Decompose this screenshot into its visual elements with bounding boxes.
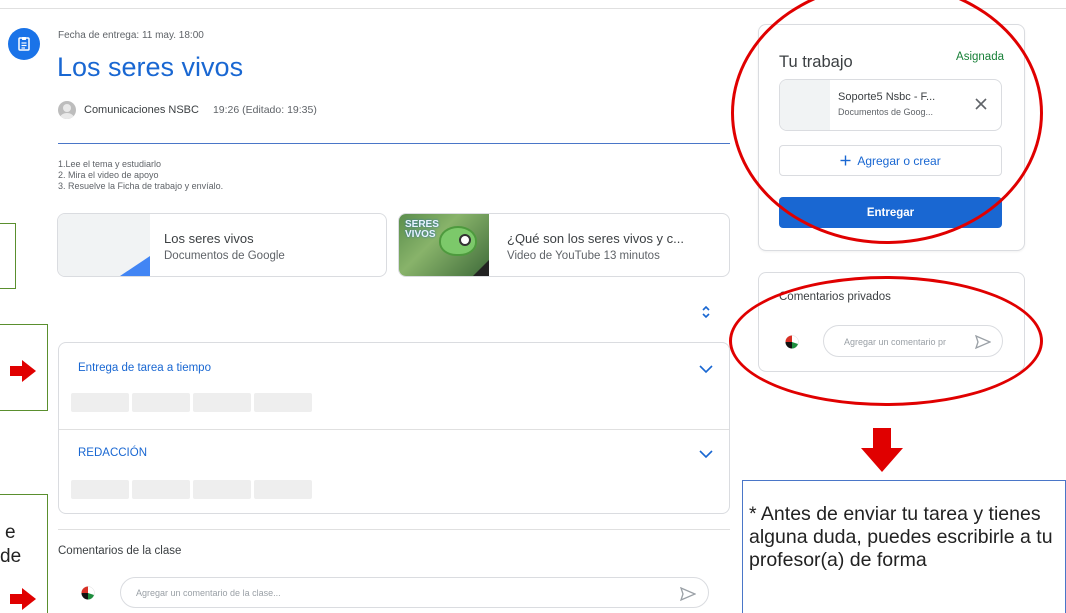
posted-time: 19:26 (Editado: 19:35) [212, 104, 317, 116]
annotation-note: * Antes de enviar tu tarea y tienes algu… [742, 480, 1066, 613]
rubric-levels [71, 480, 312, 499]
instructions: 1.Lee el tema y estudiarlo 2. Mira el vi… [58, 159, 223, 192]
youtube-icon [473, 260, 489, 276]
instruction-line: 1.Lee el tema y estudiarlo [58, 159, 162, 169]
class-comments-label: Comentarios de la clase [58, 545, 182, 557]
rubric-divider [59, 429, 729, 430]
instruction-line: 3. Resuelve la Ficha de trabajo y envíal… [58, 181, 224, 191]
rubric-criterion-title[interactable]: Entrega de tarea a tiempo [78, 362, 211, 374]
video-thumbnail: SERES VIVOS [399, 214, 489, 276]
due-date: Fecha de entrega: 11 may. 18:00 [58, 30, 204, 41]
rubric-levels [71, 393, 312, 412]
red-arrow-down-icon [861, 428, 903, 472]
annotation-box [0, 324, 48, 411]
rubric-level-placeholder [254, 480, 312, 499]
doc-thumbnail [58, 214, 150, 276]
rubric-level-placeholder [71, 480, 129, 499]
rubric-level-placeholder [193, 393, 251, 412]
annotation-text-fragment: de [0, 546, 22, 567]
author-row: Comunicaciones NSBC 19:26 (Editado: 19:3… [58, 101, 317, 119]
annotation-ellipse-private-comments [729, 276, 1043, 406]
attachment-subtitle: Documentos de Google [164, 250, 285, 262]
rubric-level-placeholder [254, 393, 312, 412]
class-comment-input[interactable]: Agregar un comentario de la clase... [120, 577, 709, 608]
author-name: Comunicaciones NSBC [84, 104, 199, 116]
rubric-level-placeholder [71, 393, 129, 412]
google-docs-icon [120, 256, 150, 276]
chameleon-image [439, 226, 477, 256]
annotation-text-fragment: e [5, 522, 16, 543]
attachment-title: ¿Qué son los seres vivos y c... [507, 231, 685, 246]
expand-collapse-icon[interactable] [700, 304, 712, 320]
chevron-down-icon[interactable] [699, 449, 713, 459]
chevron-down-icon[interactable] [699, 364, 713, 374]
rubric-criterion-title[interactable]: REDACCIÓN [78, 447, 147, 459]
rubric: Entrega de tarea a tiempo REDACCIÓN [58, 342, 730, 514]
user-avatar-icon [81, 586, 95, 600]
class-comments-divider [58, 529, 730, 530]
attachment-video[interactable]: SERES VIVOS ¿Qué son los seres vivos y c… [398, 213, 730, 277]
section-divider [58, 143, 730, 144]
rubric-level-placeholder [193, 480, 251, 499]
thumbnail-text: SERES VIVOS [405, 219, 439, 240]
annotation-box [0, 223, 16, 289]
assignment-icon [8, 28, 40, 60]
rubric-level-placeholder [132, 480, 190, 499]
annotation-note-text: * Antes de enviar tu tarea y tienes algu… [749, 503, 1053, 571]
avatar [58, 101, 76, 119]
rubric-level-placeholder [132, 393, 190, 412]
instruction-line: 2. Mira el video de apoyo [58, 170, 159, 180]
page-title: Los seres vivos [57, 52, 244, 82]
attachment-doc[interactable]: Los seres vivos Documentos de Google [57, 213, 387, 277]
send-icon[interactable] [680, 587, 696, 601]
attachment-title: Los seres vivos [164, 231, 254, 246]
attachment-subtitle: Video de YouTube 13 minutos [507, 250, 660, 262]
